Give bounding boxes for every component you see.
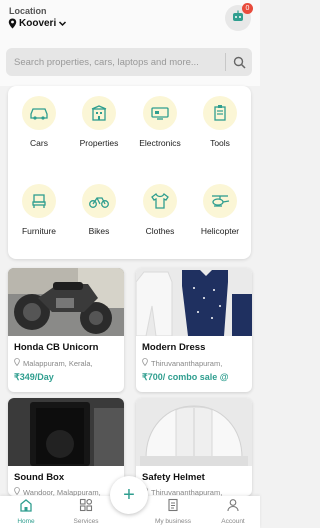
category-tools[interactable]: Tools — [190, 96, 250, 156]
listing-title: Safety Helmet — [142, 472, 205, 483]
listing-image — [136, 398, 252, 466]
category-bikes[interactable]: Bikes — [69, 184, 129, 244]
listing-title: Honda CB Unicorn — [14, 342, 99, 353]
map-pin-icon — [8, 18, 17, 29]
building-icon — [82, 96, 116, 130]
listing-card-honda[interactable]: Honda CB Unicorn Malappuram, Kerala, ₹34… — [8, 268, 124, 392]
listing-image — [8, 398, 124, 466]
category-cars[interactable]: Cars — [9, 96, 69, 156]
category-label: Bikes — [88, 226, 110, 236]
listing-location-text: Thiruvananthapuram, — [151, 487, 223, 497]
search-input[interactable]: Search properties, cars, laptops and mor… — [6, 57, 225, 68]
helicopter-icon — [203, 184, 237, 218]
listing-location: Thiruvananthapuram, — [142, 487, 222, 496]
listing-card-helmet[interactable]: Safety Helmet Thiruvananthapuram, — [136, 398, 252, 496]
electronics-icon — [143, 96, 177, 130]
add-listing-button[interactable]: + — [110, 476, 148, 514]
nav-services-label: Services — [73, 518, 99, 525]
nav-home[interactable]: Home — [0, 498, 56, 525]
listing-location: Wandoor, Malappuram, — [14, 487, 101, 496]
category-label: Furniture — [21, 226, 56, 236]
chevron-down-icon — [58, 19, 67, 28]
notification-button[interactable]: 0 — [225, 3, 253, 31]
listing-price: ₹349/Day — [14, 372, 54, 382]
location-selector[interactable]: Kooveri — [8, 18, 67, 29]
services-grid-icon — [79, 498, 93, 517]
listing-card-dress[interactable]: Modern Dress Thiruvananthapuram, ₹700/ c… — [136, 268, 252, 392]
map-pin-icon — [14, 487, 20, 496]
bike-icon — [82, 184, 116, 218]
car-icon — [22, 96, 56, 130]
nav-my-business[interactable]: My business — [143, 498, 203, 525]
category-label: Cars — [30, 138, 48, 148]
map-pin-icon — [14, 358, 20, 368]
category-label: Properties — [79, 138, 119, 148]
category-label: Electronics — [139, 138, 181, 148]
tools-icon — [203, 96, 237, 130]
listing-location: Thiruvananthapuram, — [142, 358, 222, 368]
category-properties[interactable]: Properties — [69, 96, 129, 156]
listing-location-text: Thiruvananthapuram, — [151, 358, 223, 368]
nav-account[interactable]: Account — [203, 498, 263, 525]
listing-title: Modern Dress — [142, 342, 206, 353]
listing-image — [8, 268, 124, 336]
home-icon — [19, 498, 33, 517]
category-electronics[interactable]: Electronics — [130, 96, 190, 156]
nav-services[interactable]: Services — [56, 498, 116, 525]
category-label: Helicopter — [200, 226, 240, 236]
listing-location-text: Wandoor, Malappuram, — [23, 487, 101, 497]
search-bar[interactable]: Search properties, cars, laptops and mor… — [6, 48, 252, 76]
location-label: Location — [9, 6, 47, 16]
top-header: Location Kooveri 0 Search properties, ca… — [0, 0, 260, 86]
listing-location-text: Malappuram, Kerala, — [23, 358, 93, 368]
category-label: Clothes — [145, 226, 175, 236]
furniture-icon — [22, 184, 56, 218]
category-furniture[interactable]: Furniture — [9, 184, 69, 244]
category-helicopter[interactable]: Helicopter — [190, 184, 250, 244]
user-icon — [226, 498, 240, 517]
listing-title: Sound Box — [14, 472, 65, 483]
nav-account-label: Account — [221, 518, 245, 525]
category-label: Tools — [210, 138, 230, 148]
search-icon[interactable] — [226, 48, 252, 76]
category-grid: Cars Properties Electronics Tools Furnit… — [8, 86, 251, 259]
nav-home-label: Home — [17, 518, 35, 525]
notification-badge: 0 — [242, 3, 253, 14]
location-value: Kooveri — [19, 18, 57, 29]
nav-my-business-label: My business — [154, 518, 192, 525]
category-clothes[interactable]: Clothes — [130, 184, 190, 244]
clothes-icon — [143, 184, 177, 218]
listing-card-soundbox[interactable]: Sound Box Wandoor, Malappuram, — [8, 398, 124, 496]
listing-price: ₹700/ combo sale @ — [142, 372, 229, 382]
listing-image — [136, 268, 252, 336]
document-icon — [166, 498, 180, 517]
map-pin-icon — [142, 358, 148, 368]
listing-location: Malappuram, Kerala, — [14, 358, 93, 368]
